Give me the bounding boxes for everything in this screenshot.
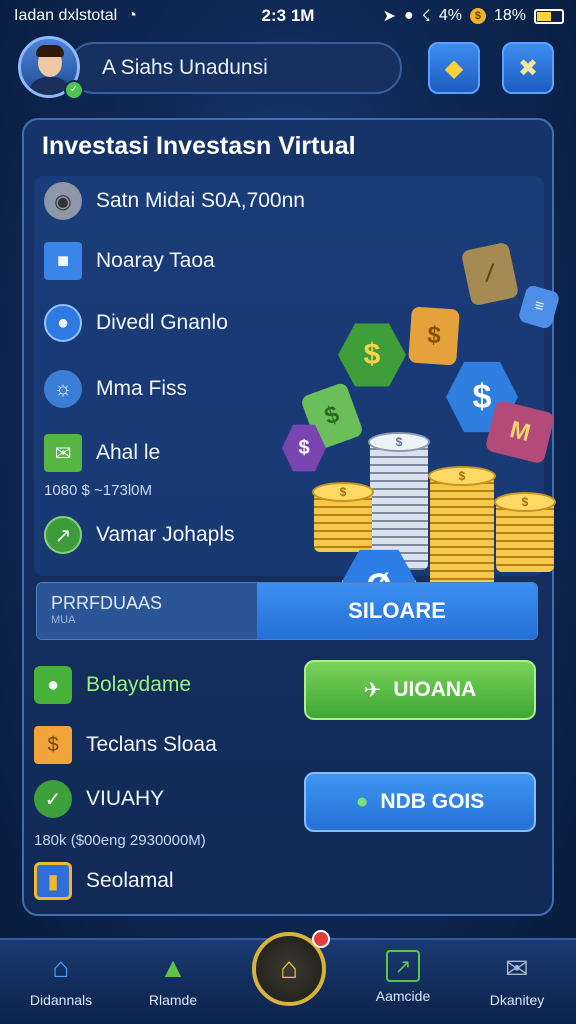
dollar-hex-icon: $ xyxy=(338,323,406,387)
card-title: Investasi Investasn Virtual xyxy=(42,132,356,160)
money-icon: $ xyxy=(34,726,72,764)
card-icon: M xyxy=(484,399,556,465)
folder-icon: ■ xyxy=(44,242,82,280)
signal-icon: ☇ xyxy=(421,8,431,25)
chart-box-icon: ↗ xyxy=(386,950,420,982)
navigation-icon: ➤ xyxy=(382,8,396,25)
status-bar: Iadan dxlstotal ◔ 2:3 1M ➤ ● ☇ 4% $ 18% xyxy=(0,0,576,32)
calendar-icon: ▮ xyxy=(34,862,72,900)
split-left-panel: PRRFDUAAS MUA xyxy=(37,583,257,639)
carrier-label: Iadan dxlstotal xyxy=(14,7,118,24)
tools-icon: ✖ xyxy=(517,54,539,82)
profile-name-pill[interactable]: A Siahs Unadunsi xyxy=(68,42,402,94)
chart-icon: ↗ xyxy=(44,516,82,554)
wallet-icon: ● xyxy=(34,666,72,704)
investment-card: Investasi Investasn Virtual ◉ Satn Midai… xyxy=(22,118,561,916)
split-bar: PRRFDUAAS MUA SILOARE xyxy=(36,582,538,640)
list-item[interactable]: ● Bolaydame xyxy=(34,666,191,704)
house-icon: ⌂ xyxy=(52,952,70,983)
wifi-icon: ◔ xyxy=(127,7,137,24)
graduation-cap-icon: ▲ xyxy=(159,952,187,983)
item-subtext: 1080 $ ~173l0M xyxy=(44,482,153,499)
coin-icon: $ xyxy=(469,8,486,24)
map-pin-icon: ● xyxy=(44,304,82,342)
globe-icon: ☼ xyxy=(44,370,82,408)
card-icon: ≡ xyxy=(517,284,561,330)
list-item[interactable]: ✉ Ahal le xyxy=(44,434,160,472)
coin-stack: $ xyxy=(428,466,496,592)
envelope-icon: ✉ xyxy=(505,952,529,984)
battery-text: 4% xyxy=(438,7,462,24)
verified-badge-icon: ✓ xyxy=(64,80,84,100)
investment-list: ◉ Satn Midai S0A,700nn ■ Noaray Taoa ● D… xyxy=(34,176,561,621)
list-item[interactable]: ↗ Vamar Johapls xyxy=(44,516,235,554)
list-item[interactable]: ▮ Seolamal xyxy=(34,862,174,900)
split-left-title: PRRFDUAAS xyxy=(51,593,163,613)
nav-item-messages[interactable]: ✉ Dkanitey xyxy=(462,950,572,1009)
map-pin-icon: ◆ xyxy=(444,54,464,82)
list-item[interactable]: ■ Noaray Taoa xyxy=(44,242,215,280)
list-item[interactable]: $ Teclans Sloaa xyxy=(34,726,217,764)
secondary-action-button[interactable]: ● NDB GOIS xyxy=(304,772,536,832)
location-icon: ◉ xyxy=(44,182,82,220)
tools-button[interactable]: ✖ xyxy=(502,42,554,94)
map-location-button[interactable]: ◆ xyxy=(428,42,480,94)
list-item[interactable]: ◉ Satn Midai S0A,700nn xyxy=(44,182,305,220)
split-action-button[interactable]: SILOARE xyxy=(257,583,537,639)
list-item[interactable]: ☼ Mma Fiss xyxy=(44,370,187,408)
nav-item-stats[interactable]: ↗ Aamcide xyxy=(348,950,458,1004)
cash-icon: ✈ xyxy=(363,678,382,702)
list-item[interactable]: ✓ VIUAHY xyxy=(34,780,164,818)
list-item[interactable]: ● Divedl Gnanlo xyxy=(44,304,228,342)
card-icon: ∕ xyxy=(460,241,520,307)
nav-item-learn[interactable]: ▲ Rlamde xyxy=(118,950,228,1008)
battery-level: 18% xyxy=(493,7,526,24)
mail-icon: ✉ xyxy=(44,434,82,472)
nav-item-home[interactable]: ⌂ Didannals xyxy=(6,950,116,1008)
battery-icon xyxy=(534,8,564,24)
item-subtext: 180k ($00eng 2930000M) xyxy=(34,832,206,849)
primary-action-button[interactable]: ✈ UIOANA xyxy=(304,660,536,720)
house-icon: ⌂ xyxy=(279,952,299,985)
profile-name: A Siahs Unadunsi xyxy=(102,56,268,79)
globe-icon: ● xyxy=(355,790,369,813)
dollar-card-icon: $ xyxy=(408,306,460,366)
split-left-subtitle: MUA xyxy=(51,614,76,626)
alarm-icon: ● xyxy=(404,7,414,24)
coin-stack: $ xyxy=(312,482,374,552)
coins-illustration: ∕ ≡ $ $ $ $ M $ $ $ $ $ Ø xyxy=(282,241,561,621)
shield-icon: ✓ xyxy=(34,780,72,818)
header: A Siahs Unadunsi ✓ ◆ ✖ xyxy=(18,36,558,100)
notification-dot xyxy=(312,930,330,948)
coin-stack: $ xyxy=(494,492,556,572)
